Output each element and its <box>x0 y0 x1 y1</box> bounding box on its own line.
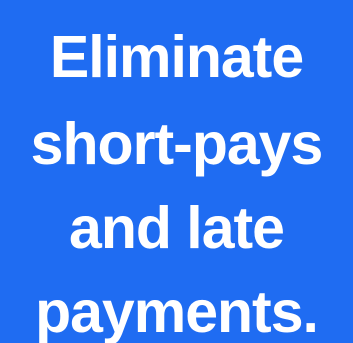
headline-line-4: payments. <box>35 279 319 343</box>
headline-line-3: and late <box>69 195 285 261</box>
headline-card: Eliminate short-pays and late payments. <box>0 0 353 343</box>
headline-line-2: short-pays <box>30 111 324 177</box>
headline-line-1: Eliminate <box>49 24 304 90</box>
